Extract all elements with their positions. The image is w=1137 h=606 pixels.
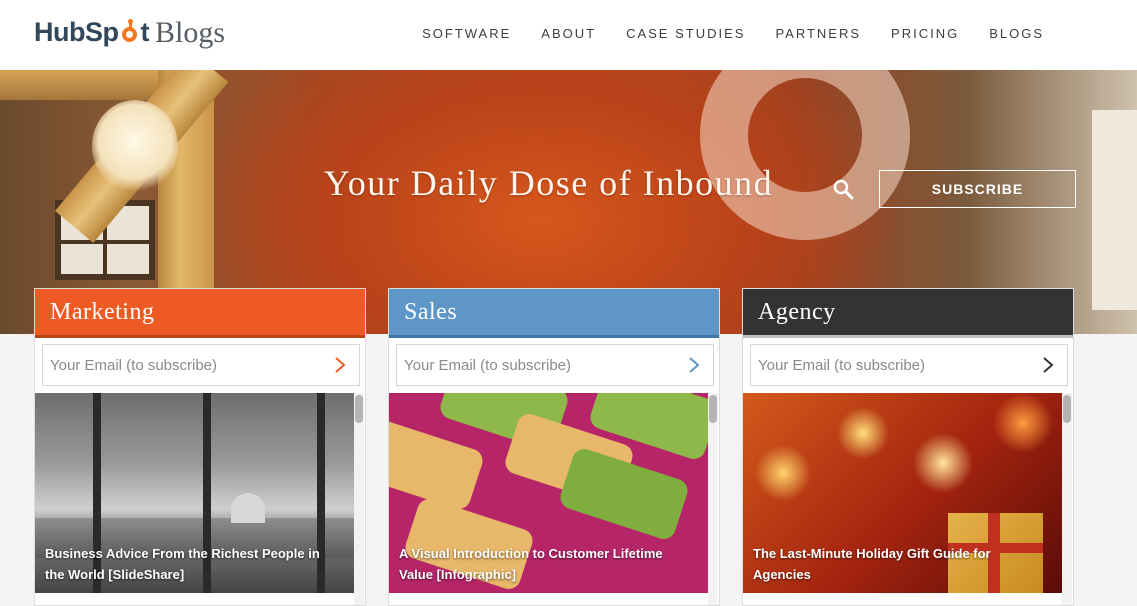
main-nav: SOFTWARE ABOUT CASE STUDIES PARTNERS PRI… <box>392 26 1044 41</box>
logo-blogs-text: Blogs <box>155 16 226 49</box>
blog-card-agency: Agency Your Email (to subscribe) The Las… <box>742 288 1074 606</box>
dome-decoration <box>231 493 265 523</box>
scrollbar[interactable] <box>354 393 364 605</box>
hero-beam-decoration <box>0 70 170 100</box>
post-title[interactable]: Business Advice From the Richest People … <box>45 543 325 585</box>
card-title-underline <box>743 335 1073 338</box>
card-title[interactable]: Sales <box>389 289 719 335</box>
card-title-underline <box>389 335 719 338</box>
card-title[interactable]: Agency <box>743 289 1073 335</box>
post-thumbnail[interactable]: The Last-Minute Holiday Gift Guide for A… <box>743 393 1063 593</box>
scrollbar-thumb[interactable] <box>1063 395 1071 423</box>
nav-pricing[interactable]: PRICING <box>891 26 959 41</box>
email-placeholder: Your Email (to subscribe) <box>404 356 572 374</box>
post-title[interactable]: A Visual Introduction to Customer Lifeti… <box>399 543 679 585</box>
hero-sprocket-decoration <box>700 70 910 240</box>
chevron-right-icon[interactable] <box>1029 345 1067 385</box>
price-tag-decoration <box>389 415 486 513</box>
blog-card-sales: Sales Your Email (to subscribe) A Visual… <box>388 288 720 606</box>
email-placeholder: Your Email (to subscribe) <box>758 356 926 374</box>
hero-window-right-decoration <box>1092 110 1137 310</box>
nav-software[interactable]: SOFTWARE <box>422 26 511 41</box>
nav-partners[interactable]: PARTNERS <box>775 26 861 41</box>
scrollbar[interactable] <box>1062 393 1072 605</box>
search-icon[interactable] <box>832 178 856 202</box>
card-title[interactable]: Marketing <box>35 289 365 335</box>
card-title-underline <box>35 335 365 338</box>
chevron-right-icon[interactable] <box>675 345 713 385</box>
email-placeholder: Your Email (to subscribe) <box>50 356 218 374</box>
email-subscribe-field[interactable]: Your Email (to subscribe) <box>396 344 714 386</box>
hubspot-blogs-logo[interactable]: HubSp t Blogs <box>34 14 225 50</box>
post-thumbnail[interactable]: Business Advice From the Richest People … <box>35 393 355 593</box>
logo-hubspot-wordmark: HubSp t <box>34 16 149 47</box>
subscribe-button[interactable]: SUBSCRIBE <box>879 170 1076 208</box>
sprocket-icon <box>120 18 140 43</box>
email-subscribe-field[interactable]: Your Email (to subscribe) <box>750 344 1068 386</box>
blog-card-marketing: Marketing Your Email (to subscribe) Busi… <box>34 288 366 606</box>
top-navigation-bar: HubSp t Blogs SOFTWARE ABOUT CASE STUDIES… <box>0 0 1137 70</box>
post-title[interactable]: The Last-Minute Holiday Gift Guide for A… <box>753 543 1033 585</box>
email-subscribe-field[interactable]: Your Email (to subscribe) <box>42 344 360 386</box>
post-thumbnail[interactable]: A Visual Introduction to Customer Lifeti… <box>389 393 709 593</box>
nav-about[interactable]: ABOUT <box>541 26 596 41</box>
nav-case-studies[interactable]: CASE STUDIES <box>626 26 745 41</box>
scrollbar[interactable] <box>708 393 718 605</box>
scrollbar-thumb[interactable] <box>355 395 363 423</box>
chevron-right-icon[interactable] <box>321 345 359 385</box>
scrollbar-thumb[interactable] <box>709 395 717 423</box>
nav-blogs[interactable]: BLOGS <box>989 26 1044 41</box>
